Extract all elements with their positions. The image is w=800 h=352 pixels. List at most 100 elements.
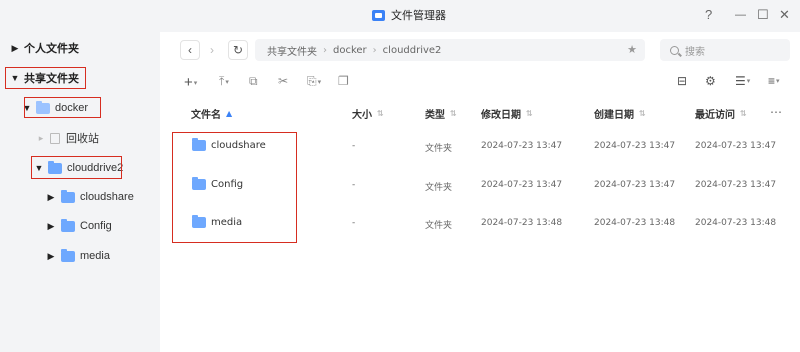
refresh-icon: ↻ — [232, 43, 244, 57]
file-manager-icon — [372, 9, 385, 21]
breadcrumb-separator-icon: › — [372, 44, 377, 56]
collapse-arrow-icon[interactable]: ▼ — [10, 73, 20, 83]
breadcrumb-item[interactable]: clouddrive2 — [383, 45, 442, 56]
gear-icon: ⚙ — [705, 74, 716, 88]
file-name-cell[interactable]: Config — [192, 177, 244, 190]
sidebar-item-shared-folder[interactable]: ▼ 共享文件夹 — [10, 68, 79, 88]
sort-button[interactable]: ≡ ▾ — [768, 74, 780, 88]
folder-icon — [61, 248, 75, 262]
breadcrumb-item[interactable]: 共享文件夹 — [267, 43, 317, 58]
maximize-button[interactable]: ☐ — [757, 7, 769, 23]
favorite-star-icon[interactable]: ★ — [627, 43, 637, 56]
sidebar-item-recycle-bin[interactable]: ▸ 回收站 — [36, 128, 99, 148]
collapse-arrow-icon[interactable]: ▼ — [34, 163, 44, 173]
modified-cell: 2024-07-23 13:48 — [481, 218, 563, 228]
settings-button[interactable]: ⚙ — [705, 74, 716, 88]
caret-down-icon: ▾ — [776, 78, 780, 85]
forward-button[interactable]: › — [202, 40, 222, 60]
copy-button[interactable]: ⧉ — [249, 74, 258, 89]
accessed-cell: 2024-07-23 13:47 — [695, 180, 777, 190]
expand-arrow-icon[interactable]: ▶ — [46, 251, 56, 262]
size-cell: - — [352, 141, 356, 151]
sidebar-item-label: 个人文件夹 — [24, 42, 79, 55]
back-button[interactable]: ‹ — [180, 40, 200, 60]
column-header-type[interactable]: 类型 ⇅ — [425, 106, 457, 121]
sort-icon: ⇅ — [377, 109, 384, 118]
main-panel: ‹ › ↻ 共享文件夹 › docker › clouddrive2 ★ 搜索 … — [160, 32, 800, 352]
recycle-bin-icon — [50, 132, 60, 144]
file-name-cell[interactable]: cloudshare — [192, 138, 266, 151]
folder-icon — [192, 215, 206, 228]
sidebar-item-label: docker — [55, 102, 89, 114]
type-cell: 文件夹 — [425, 183, 453, 193]
title-bar: 文件管理器 ? — ☐ ✕ — [0, 0, 800, 32]
share-button[interactable]: ⎘ ▾ — [307, 74, 321, 89]
duplicate-button[interactable]: ❐ — [338, 74, 349, 88]
sort-icon: ⇅ — [526, 109, 533, 118]
size-cell: - — [352, 180, 356, 190]
window-title-text: 文件管理器 — [391, 9, 446, 22]
created-cell: 2024-07-23 13:48 — [594, 218, 676, 228]
refresh-button[interactable]: ↻ — [228, 40, 248, 60]
file-name: cloudshare — [211, 140, 266, 151]
folder-icon — [36, 100, 50, 114]
toolbox-icon: ⊟ — [677, 74, 688, 88]
sidebar-item-config[interactable]: ▶ Config — [46, 216, 112, 236]
column-header-accessed[interactable]: 最近访问 ⇅ — [695, 106, 747, 121]
sidebar-item-clouddrive2[interactable]: ▼ clouddrive2 — [34, 158, 123, 178]
file-name-cell[interactable]: media — [192, 215, 242, 228]
window-title: 文件管理器 — [372, 7, 446, 23]
search-input[interactable]: 搜索 — [660, 39, 790, 61]
upload-button[interactable]: ⤒ ▾ — [219, 74, 229, 89]
column-header-label: 大小 — [352, 110, 372, 121]
list-view-icon: ☰ — [735, 74, 746, 88]
column-header-label: 文件名 — [191, 110, 221, 121]
copy-icon: ⧉ — [249, 74, 258, 88]
back-arrow-icon: ‹ — [188, 43, 192, 57]
sidebar-item-docker[interactable]: ▼ docker — [22, 98, 88, 118]
caret-down-icon: ▾ — [225, 78, 229, 86]
more-options-icon[interactable]: ⋯ — [770, 105, 783, 119]
cut-button[interactable]: ✂ — [278, 74, 288, 88]
sidebar-item-personal-folder[interactable]: ▶ 个人文件夹 — [10, 38, 79, 58]
caret-down-icon: ▾ — [193, 79, 198, 87]
column-header-created[interactable]: 创建日期 ⇅ — [594, 106, 646, 121]
column-header-modified[interactable]: 修改日期 ⇅ — [481, 106, 533, 121]
column-header-label: 修改日期 — [481, 110, 521, 121]
expand-arrow-icon[interactable]: ▶ — [46, 192, 56, 203]
collapse-arrow-icon[interactable]: ▼ — [22, 103, 32, 113]
help-button[interactable]: ? — [705, 7, 712, 23]
new-button[interactable]: + ▾ — [184, 74, 197, 91]
file-name: Config — [211, 179, 244, 190]
search-icon — [670, 45, 679, 55]
expand-arrow-icon[interactable]: ▶ — [46, 221, 56, 232]
toolbox-button[interactable]: ⊟ — [677, 74, 687, 88]
caret-down-icon: ▾ — [746, 78, 751, 85]
expand-arrow-icon[interactable]: ▶ — [10, 43, 20, 54]
accessed-cell: 2024-07-23 13:48 — [695, 218, 777, 228]
column-header-name[interactable]: 文件名 ▲ — [191, 106, 232, 121]
column-header-label: 最近访问 — [695, 110, 735, 121]
address-bar[interactable]: 共享文件夹 › docker › clouddrive2 ★ — [255, 39, 645, 61]
folder-icon — [192, 177, 206, 190]
created-cell: 2024-07-23 13:47 — [594, 180, 676, 190]
sidebar-item-cloudshare[interactable]: ▶ cloudshare — [46, 187, 134, 207]
expand-arrow-icon[interactable]: ▸ — [36, 133, 46, 144]
sidebar-item-label: media — [80, 250, 110, 262]
sort-icon: ⇅ — [639, 109, 646, 118]
search-placeholder: 搜索 — [685, 46, 705, 58]
size-cell: - — [352, 218, 356, 228]
view-mode-button[interactable]: ☰ ▾ — [735, 74, 750, 88]
duplicate-icon: ❐ — [338, 74, 349, 88]
sidebar-item-media[interactable]: ▶ media — [46, 246, 110, 266]
breadcrumb-item[interactable]: docker — [333, 45, 367, 56]
sort-icon: ≡ — [768, 74, 776, 88]
minimize-button[interactable]: — — [735, 7, 746, 23]
plus-icon: + — [184, 74, 193, 91]
column-header-size[interactable]: 大小 ⇅ — [352, 106, 384, 121]
breadcrumb-separator-icon: › — [323, 44, 327, 56]
share-icon: ⎘ — [307, 74, 317, 88]
forward-arrow-icon: › — [210, 43, 214, 57]
close-button[interactable]: ✕ — [779, 7, 790, 23]
folder-icon — [61, 189, 75, 203]
